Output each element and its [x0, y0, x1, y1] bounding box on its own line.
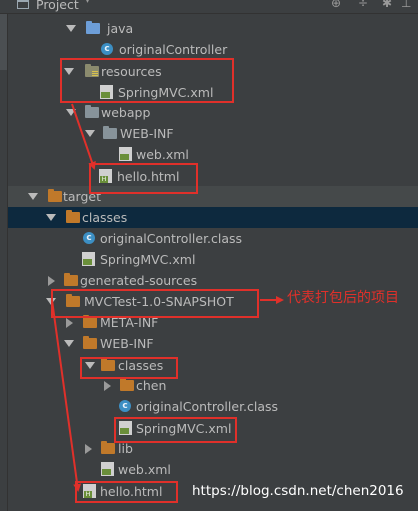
expand-icon[interactable] — [66, 109, 76, 116]
class-icon: c — [101, 43, 113, 55]
project-icon — [17, 0, 29, 9]
annotation-box-snapshot — [51, 289, 259, 318]
collapse-icon[interactable] — [48, 276, 55, 286]
tree-item-originalcontroller-class[interactable]: c originalController.class — [8, 228, 418, 249]
tree-item-hello-src[interactable]: hello.html — [8, 166, 418, 187]
project-side-tab[interactable] — [0, 14, 7, 70]
tree-item-springmvc-target[interactable]: SpringMVC.xml — [8, 249, 418, 270]
class-icon: c — [119, 400, 131, 412]
expand-icon[interactable] — [85, 130, 95, 137]
tree-label: originalController.class — [100, 231, 243, 246]
folder-icon — [103, 126, 117, 139]
settings-icon[interactable]: ÷ — [358, 0, 368, 10]
tree-item-webinf-src[interactable]: WEB-INF — [8, 123, 418, 144]
tree-label: lib — [118, 441, 133, 456]
watermark: https://blog.csdn.net/chen2016 — [192, 483, 404, 499]
tree-label: SpringMVC.xml — [100, 252, 196, 267]
tree-label: WEB-INF — [100, 336, 154, 351]
excluded-folder-icon — [83, 336, 97, 349]
class-icon: c — [83, 232, 95, 244]
collapse-icon[interactable] — [104, 381, 111, 391]
project-view-title[interactable]: Project — [36, 0, 79, 12]
source-folder-icon — [86, 21, 100, 34]
tree-item-java[interactable]: java — [8, 18, 418, 39]
hide-icon[interactable]: ⊥ — [401, 0, 411, 10]
expand-icon[interactable] — [66, 25, 76, 32]
collapse-icon[interactable] — [66, 318, 73, 328]
tree-item-webxml-src[interactable]: web.xml — [8, 144, 418, 165]
excluded-folder-icon — [83, 315, 97, 328]
tree-item-classes-inner[interactable]: classes — [8, 355, 418, 376]
collapse-icon[interactable] — [85, 444, 92, 454]
expand-icon[interactable] — [46, 214, 56, 221]
excluded-folder-icon — [66, 210, 80, 223]
annotation-box-hello-src — [89, 163, 198, 194]
excluded-folder-icon — [48, 189, 62, 202]
tree-item-webapp[interactable]: webapp — [8, 102, 418, 123]
xml-file-icon — [101, 462, 114, 476]
excluded-folder-icon — [64, 273, 78, 286]
annotation-box-springmvc — [114, 417, 237, 443]
locate-icon[interactable]: ⊕ — [331, 0, 341, 10]
tree-item-target[interactable]: target — [8, 186, 418, 207]
tree-label: java — [107, 21, 134, 36]
tree-item-originalcontroller-inner[interactable]: c originalController.class — [8, 396, 418, 417]
tree-label: originalController.class — [136, 399, 279, 414]
expand-icon[interactable] — [28, 193, 38, 200]
tree-label: WEB-INF — [120, 126, 174, 141]
annotation-box-hello-target — [75, 481, 178, 503]
tree-item-chen[interactable]: chen — [8, 375, 418, 396]
settings-icon[interactable]: ✱ — [382, 0, 392, 10]
excluded-folder-icon — [101, 441, 115, 454]
expand-icon[interactable] — [64, 340, 74, 347]
tree-item-webxml-target[interactable]: web.xml — [8, 459, 418, 480]
xml-file-icon — [82, 252, 95, 266]
tree-item-originalcontroller[interactable]: c originalController — [8, 39, 418, 60]
tree-item-classes[interactable]: classes — [8, 207, 418, 228]
xml-file-icon — [119, 147, 132, 161]
annotation-box-classes — [80, 357, 178, 379]
folder-icon — [85, 105, 99, 118]
project-toolbar: Project ▾ ⊕ ÷ ✱ ⊥ — [0, 0, 418, 14]
left-tool-strip — [0, 14, 8, 511]
tree-label: generated-sources — [80, 273, 198, 288]
tree-label: web.xml — [136, 147, 189, 162]
annotation-text: 代表打包后的项目 — [287, 290, 399, 306]
tree-label: classes — [82, 210, 128, 225]
tree-label: chen — [136, 378, 167, 393]
tree-label: webapp — [101, 105, 151, 120]
tree-label: originalController — [119, 42, 228, 57]
dropdown-icon[interactable]: ▾ — [85, 0, 90, 6]
annotation-box-resources — [60, 58, 234, 103]
tree-label: web.xml — [118, 462, 171, 477]
tree-item-webinf-target[interactable]: WEB-INF — [8, 333, 418, 354]
excluded-folder-icon — [120, 378, 134, 391]
